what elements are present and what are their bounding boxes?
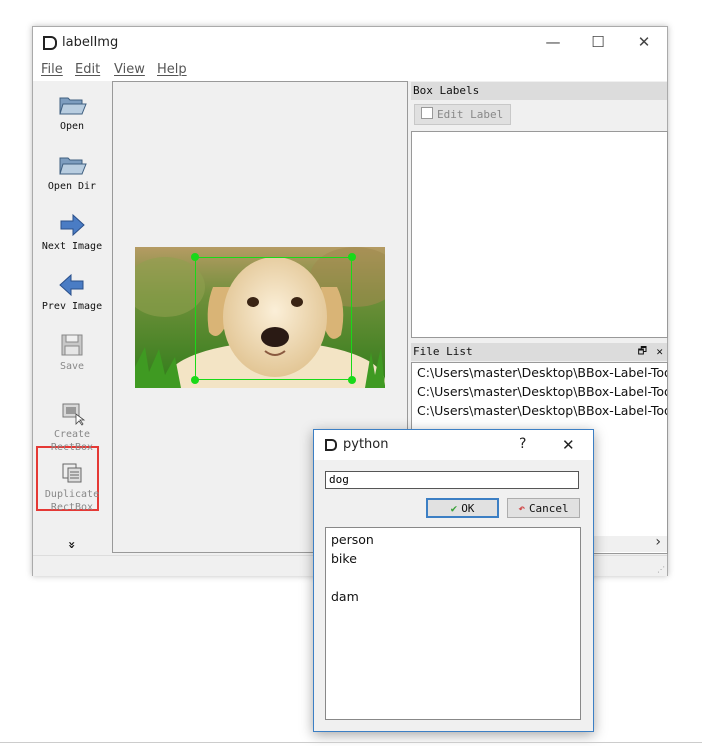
dock-close-icon[interactable]: ✕ bbox=[656, 343, 663, 361]
box-labels-header: Box Labels bbox=[411, 82, 667, 100]
resize-grip-icon[interactable]: ⋰ bbox=[657, 565, 665, 574]
float-icon[interactable]: 🗗 bbox=[638, 343, 647, 361]
folder-icon bbox=[57, 152, 87, 178]
file-row[interactable]: C:\Users\master\Desktop\BBox-Label-Tool bbox=[412, 363, 667, 382]
window-title: labelImg bbox=[62, 35, 119, 50]
save-label: Save bbox=[59, 361, 85, 372]
open-dir-label: Open Dir bbox=[47, 181, 97, 192]
bbox-handle-top-right[interactable] bbox=[348, 253, 356, 261]
file-list-header: File List 🗗 ✕ bbox=[411, 343, 667, 361]
next-image-button[interactable]: Next Image bbox=[33, 212, 111, 253]
ok-button[interactable]: ✔ OK bbox=[426, 498, 499, 518]
file-row[interactable]: C:\Users\master\Desktop\BBox-Label-Tool bbox=[412, 382, 667, 401]
cancel-button[interactable]: ↶ Cancel bbox=[507, 498, 580, 518]
file-row[interactable]: C:\Users\master\Desktop\BBox-Label-Tool bbox=[412, 401, 667, 420]
menu-bar: File Edit View Help bbox=[33, 59, 667, 81]
open-label: Open bbox=[59, 121, 85, 132]
dialog-close-button[interactable]: ✕ bbox=[562, 436, 575, 454]
dialog-title: python bbox=[343, 437, 389, 452]
menu-help[interactable]: Help bbox=[157, 62, 187, 77]
dialog-title-bar: python ? ✕ bbox=[314, 430, 593, 460]
save-icon bbox=[57, 332, 87, 358]
edit-icon bbox=[421, 107, 433, 119]
toolbar: Open Open Dir Next Image Prev Image Save bbox=[33, 82, 111, 554]
help-button[interactable]: ? bbox=[519, 436, 526, 452]
bbox-handle-top-left[interactable] bbox=[191, 253, 199, 261]
divider bbox=[0, 742, 702, 743]
folder-open-icon bbox=[57, 92, 87, 118]
minimize-button[interactable]: — bbox=[539, 31, 567, 53]
arrow-left-icon bbox=[57, 272, 87, 298]
undo-icon: ↶ bbox=[518, 502, 525, 515]
create-rectbox-label-2: RectBox bbox=[50, 442, 94, 453]
bounding-box[interactable] bbox=[191, 253, 356, 384]
open-button[interactable]: Open bbox=[33, 92, 111, 133]
copy-icon bbox=[57, 460, 87, 486]
open-dir-button[interactable]: Open Dir bbox=[33, 152, 111, 193]
scroll-right-icon[interactable]: › bbox=[655, 534, 661, 550]
save-button[interactable]: Save bbox=[33, 332, 111, 373]
edit-label-text: Edit Label bbox=[437, 108, 504, 121]
label-input[interactable]: dog bbox=[325, 471, 579, 489]
close-button[interactable]: ✕ bbox=[630, 31, 658, 53]
draw-box-icon bbox=[57, 400, 87, 426]
maximize-button[interactable]: ☐ bbox=[584, 31, 612, 53]
menu-edit[interactable]: Edit bbox=[75, 62, 100, 77]
prev-image-label: Prev Image bbox=[41, 301, 103, 312]
class-item[interactable] bbox=[326, 568, 580, 587]
menu-file[interactable]: File bbox=[41, 62, 63, 77]
edit-label-button[interactable]: Edit Label bbox=[414, 104, 511, 125]
duplicate-rectbox-label-1: Duplicate bbox=[44, 489, 100, 500]
prev-image-button[interactable]: Prev Image bbox=[33, 272, 111, 313]
python-app-icon bbox=[325, 439, 337, 451]
title-bar: labelImg — ☐ ✕ bbox=[33, 27, 667, 59]
toolbar-more-chevron[interactable]: » bbox=[65, 540, 79, 550]
class-list[interactable]: person bike dam bbox=[325, 527, 581, 720]
ok-label: OK bbox=[461, 502, 475, 515]
arrow-right-icon bbox=[57, 212, 87, 238]
duplicate-rectbox-label-2: RectBox bbox=[50, 502, 94, 513]
class-item[interactable]: person bbox=[326, 530, 580, 549]
duplicate-rectbox-button[interactable]: Duplicate RectBox bbox=[33, 460, 111, 514]
label-list[interactable] bbox=[411, 131, 668, 338]
menu-view[interactable]: View bbox=[114, 62, 145, 77]
cancel-label: Cancel bbox=[528, 502, 569, 515]
label-dialog: python ? ✕ dog ✔ OK ↶ Cancel person bike d… bbox=[313, 429, 594, 732]
create-rectbox-button[interactable]: Create RectBox bbox=[33, 400, 111, 454]
class-item[interactable]: bike bbox=[326, 549, 580, 568]
class-item[interactable]: dam bbox=[326, 587, 580, 606]
file-list-title: File List bbox=[413, 345, 473, 358]
app-icon bbox=[43, 36, 57, 50]
bbox-handle-bottom-right[interactable] bbox=[348, 376, 356, 384]
next-image-label: Next Image bbox=[41, 241, 103, 252]
bbox-handle-bottom-left[interactable] bbox=[191, 376, 199, 384]
check-icon: ✔ bbox=[450, 502, 458, 515]
create-rectbox-label-1: Create bbox=[53, 429, 91, 440]
